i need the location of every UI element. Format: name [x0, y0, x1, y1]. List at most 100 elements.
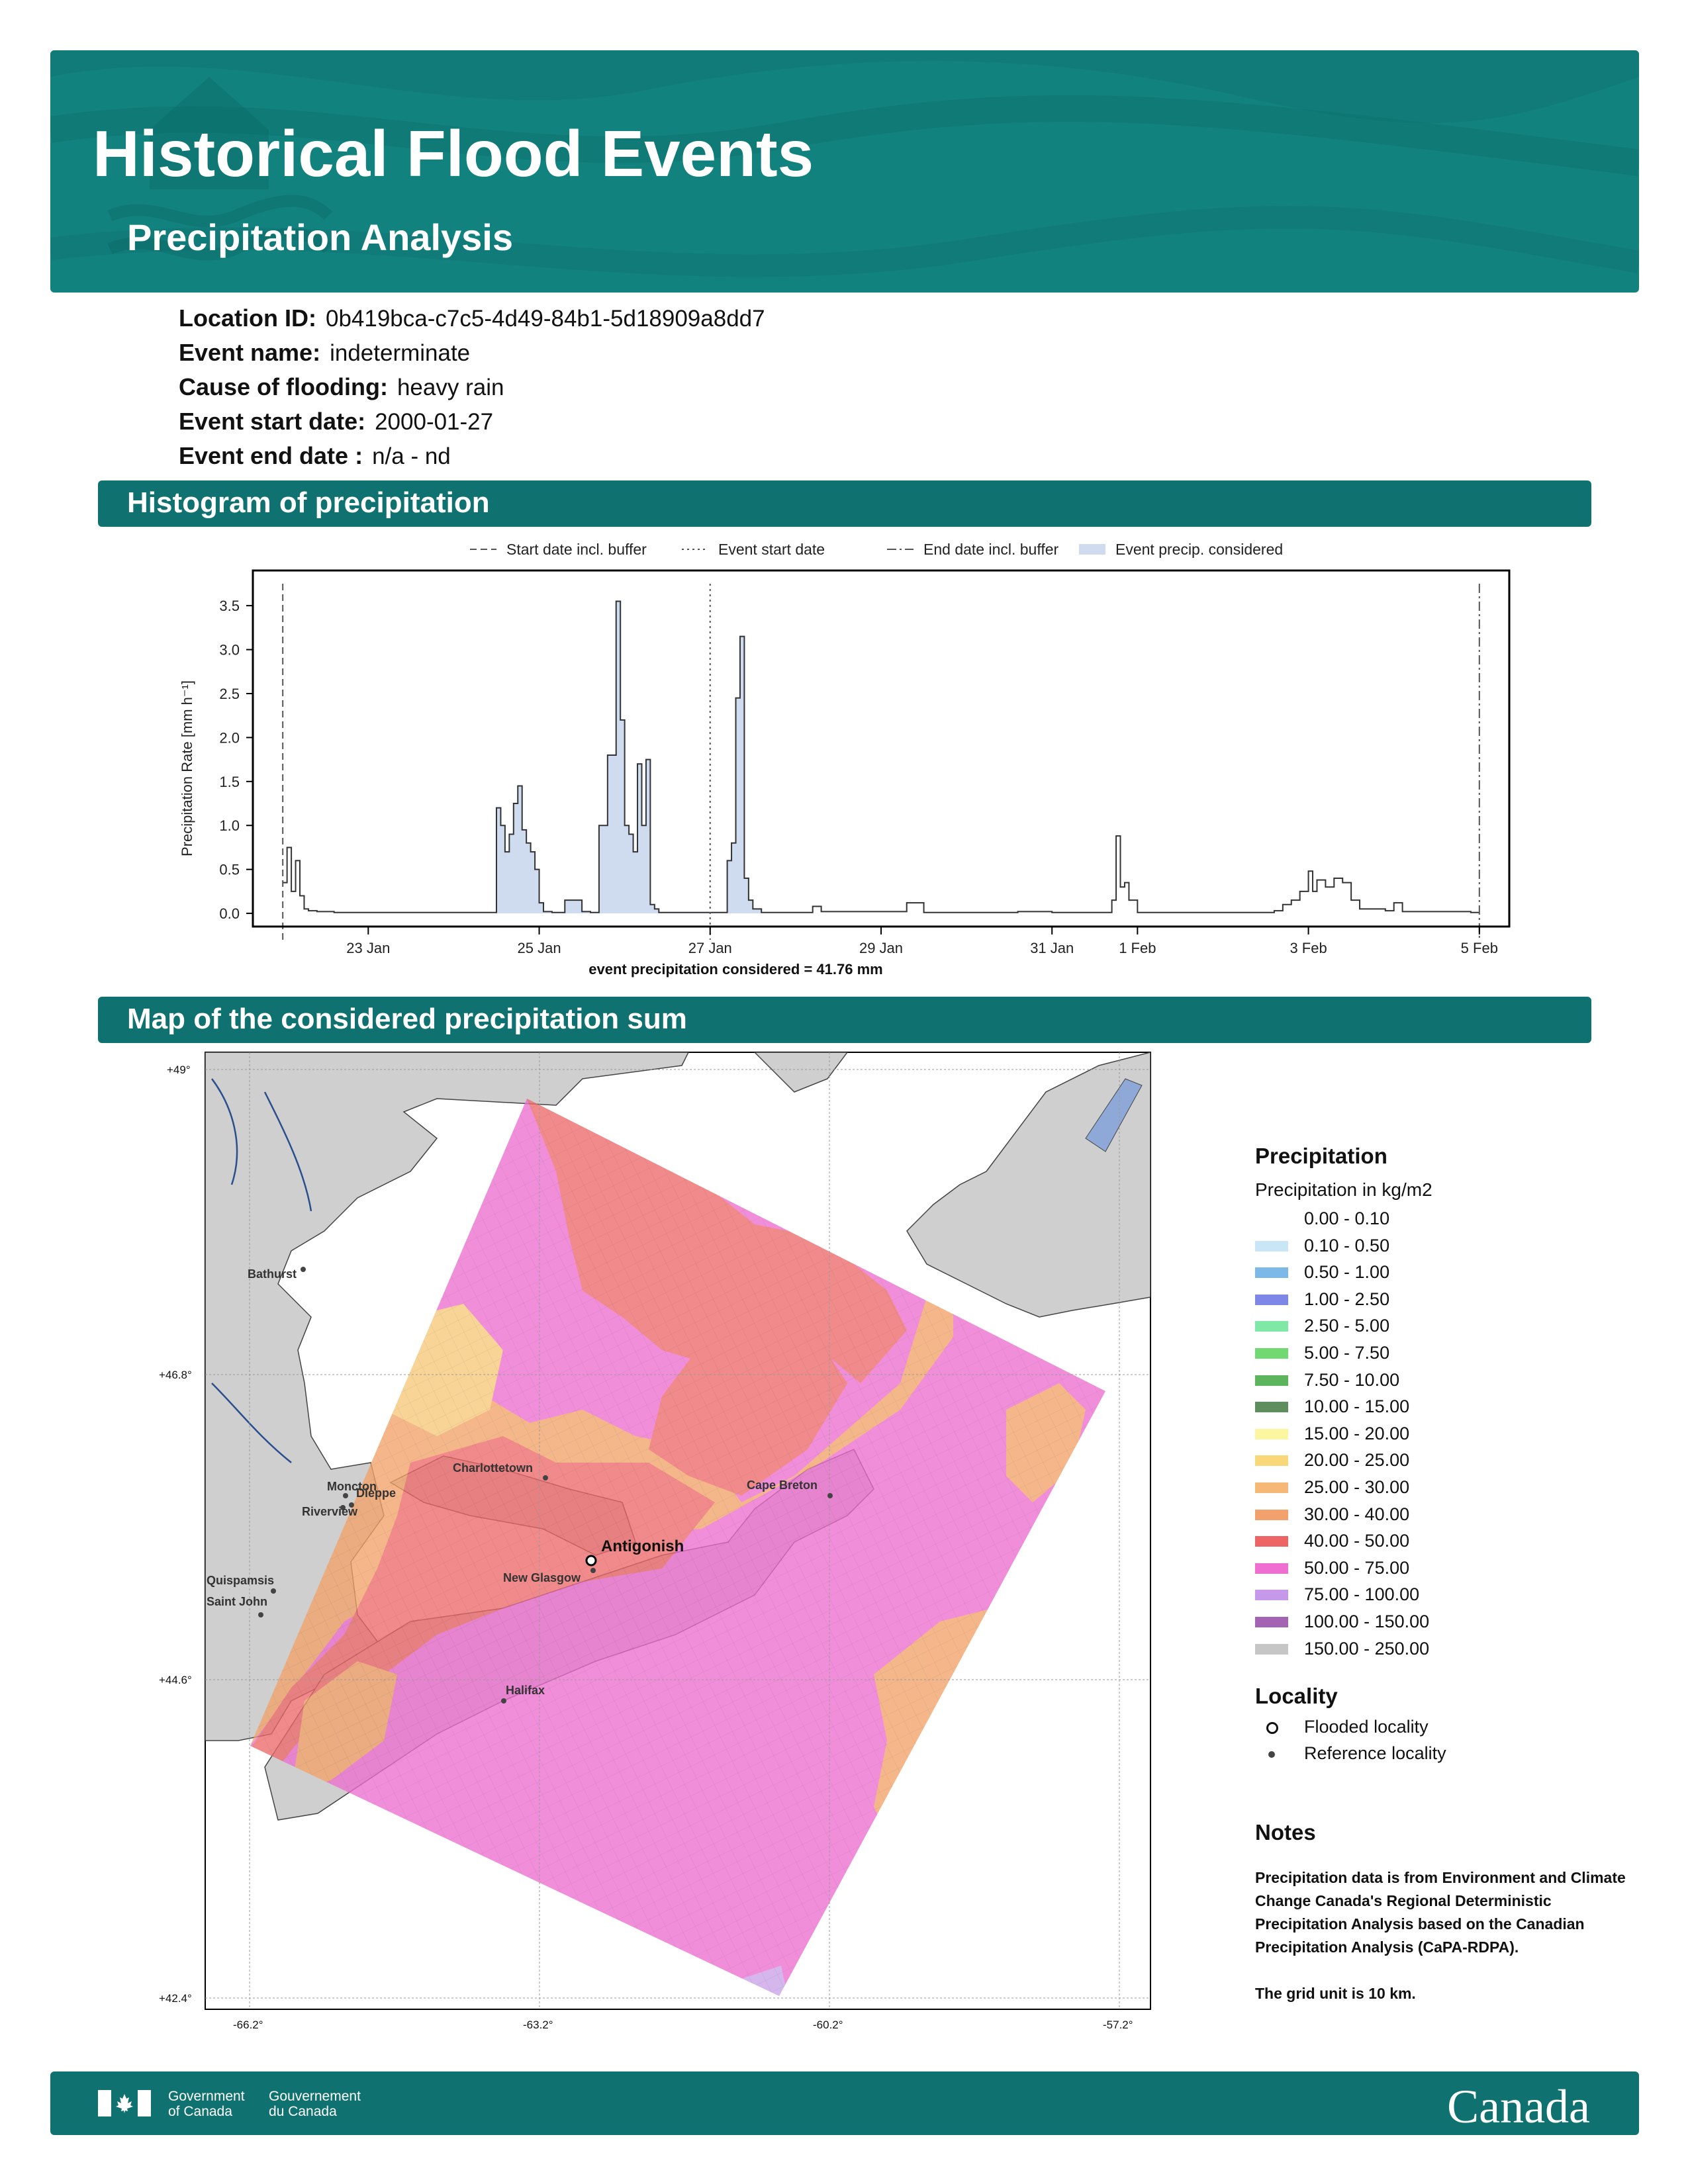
- y-tick-label: 2.0: [219, 729, 240, 746]
- legend-label: 75.00 - 100.00: [1304, 1584, 1420, 1605]
- legend-label: 0.10 - 0.50: [1304, 1235, 1390, 1255]
- lat-label: +49°: [167, 1064, 191, 1076]
- legend-label: 25.00 - 30.00: [1304, 1477, 1410, 1497]
- x-tick-label: 29 Jan: [859, 940, 903, 956]
- y-tick-label: 0.0: [219, 905, 240, 922]
- legend-swatch: [1255, 1536, 1288, 1547]
- dot-icon: [1268, 1751, 1275, 1758]
- legend-label: 40.00 - 50.00: [1304, 1531, 1410, 1551]
- reference-locality-dot: [271, 1588, 276, 1594]
- meta-label: Location ID:: [179, 304, 316, 332]
- legend-swatch: [1255, 1294, 1288, 1305]
- x-tick-label: 27 Jan: [688, 940, 732, 956]
- section-map-header: Map of the considered precipitation sum: [98, 997, 1591, 1043]
- x-tick-label: 23 Jan: [346, 940, 390, 956]
- open-circle-icon: [1266, 1722, 1278, 1734]
- meta-cause: Cause of flooding: heavy rain: [179, 373, 504, 401]
- legend-fill-swatch: [1079, 544, 1105, 555]
- page-subtitle: Precipitation Analysis: [127, 216, 513, 258]
- legend-swatch: [1255, 1321, 1288, 1332]
- place-label: Riverview: [302, 1505, 358, 1518]
- meta-event-name: Event name: indeterminate: [179, 339, 470, 367]
- reference-locality-dot: [301, 1267, 306, 1272]
- place-label: Saint John: [207, 1595, 267, 1608]
- lon-label: -66.2°: [233, 2019, 263, 2031]
- x-tick-label: 25 Jan: [518, 940, 561, 956]
- meta-end-date: Event end date : n/a - nd: [179, 442, 451, 470]
- legend-label: 50.00 - 75.00: [1304, 1557, 1410, 1578]
- legend-swatch: [1255, 1455, 1288, 1467]
- meta-label: Cause of flooding:: [179, 373, 388, 400]
- y-tick-label: 2.5: [219, 686, 240, 702]
- legend-swatch: [1255, 1402, 1288, 1413]
- legend-swatch: [1255, 1214, 1288, 1224]
- locality-title: Locality: [1255, 1684, 1338, 1708]
- notes-grid-unit: The grid unit is 10 km.: [1255, 1985, 1416, 2002]
- legend-label: 1.00 - 2.50: [1304, 1289, 1390, 1309]
- legend-label: 100.00 - 150.00: [1304, 1612, 1430, 1631]
- flooded-locality-marker: [585, 1555, 597, 1567]
- legend-label: 15.00 - 20.00: [1304, 1423, 1410, 1443]
- meta-label: Event end date :: [179, 442, 363, 469]
- legend-swatch: [1255, 1348, 1288, 1359]
- legend-label: 0.50 - 1.00: [1304, 1262, 1390, 1283]
- lon-label: -57.2°: [1103, 2019, 1133, 2031]
- x-tick-label: 1 Feb: [1119, 940, 1156, 956]
- section-title: Histogram of precipitation: [127, 486, 490, 519]
- y-axis-label: Precipitation Rate [mm h⁻¹]: [179, 680, 195, 856]
- reference-locality-dot: [543, 1475, 548, 1480]
- notes-body: Precipitation data is from Environment a…: [1255, 1866, 1626, 2005]
- x-tick-label: 31 Jan: [1030, 940, 1074, 956]
- precipitation-map: +49° +46.8° +44.6° +42.4° -66.2° -63.2° …: [159, 1039, 1165, 2065]
- place-label: Cape Breton: [747, 1479, 818, 1492]
- notes-title: Notes: [1255, 1820, 1316, 1844]
- legend-label: 5.00 - 7.50: [1304, 1343, 1390, 1363]
- y-tick-label: 3.0: [219, 642, 240, 659]
- legend-swatch: [1255, 1590, 1288, 1601]
- meta-value: 2000-01-27: [375, 409, 494, 435]
- gov-fr: Gouvernement du Canada: [269, 2089, 361, 2119]
- canada-flag-icon: [98, 2090, 151, 2116]
- page-header: Historical Flood Events Precipitation An…: [50, 50, 1639, 293]
- legend-label: Event start date: [718, 541, 825, 558]
- legend-label: 30.00 - 40.00: [1304, 1504, 1410, 1524]
- x-tick-label: 3 Feb: [1289, 940, 1327, 956]
- page-footer: Government of Canada Gouvernement du Canad…: [50, 2071, 1639, 2135]
- place-label: Bathurst: [248, 1267, 297, 1281]
- page-title: Historical Flood Events: [93, 117, 814, 190]
- legend-label: 10.00 - 15.00: [1304, 1396, 1410, 1417]
- legend-label: 150.00 - 250.00: [1304, 1638, 1430, 1659]
- canada-wordmark: Canada: [1447, 2080, 1590, 2133]
- lat-label: +42.4°: [159, 1992, 192, 2005]
- gov-en: Government of Canada: [168, 2089, 245, 2119]
- meta-location-id: Location ID: 0b419bca-c7c5-4d49-84b1-5d18…: [179, 304, 765, 332]
- legend-label: 20.00 - 25.00: [1304, 1450, 1410, 1471]
- y-tick-label: 1.5: [219, 774, 240, 790]
- meta-label: Event start date:: [179, 408, 366, 435]
- plot-frame: [252, 569, 1511, 928]
- reference-locality-dot: [343, 1493, 348, 1498]
- x-axis-label: event precipitation considered = 41.76 m…: [588, 961, 882, 978]
- reference-locality-dot: [827, 1493, 833, 1498]
- place-label: Dieppe: [356, 1486, 396, 1500]
- legend-swatch: [1255, 1643, 1288, 1655]
- place-label: Halifax: [506, 1684, 545, 1697]
- legend-label: End date incl. buffer: [923, 541, 1058, 558]
- y-tick-label: 3.5: [219, 598, 240, 614]
- legend-subtitle: Precipitation in kg/m2: [1255, 1179, 1432, 1200]
- map-svg: +49° +46.8° +44.6° +42.4° -66.2° -63.2° …: [159, 1052, 1151, 2031]
- section-title: Map of the considered precipitation sum: [127, 1003, 687, 1035]
- y-tick-label: 0.5: [219, 862, 240, 878]
- precip-series-line: [283, 600, 1479, 913]
- legend-swatch: [1255, 1563, 1288, 1574]
- legend-swatch: [1255, 1509, 1288, 1520]
- meta-start-date: Event start date: 2000-01-27: [179, 408, 493, 435]
- lat-label: +44.6°: [159, 1674, 192, 1686]
- place-label: Charlottetown: [453, 1461, 533, 1475]
- legend-swatch: [1255, 1482, 1288, 1493]
- legend-label: Event precip. considered: [1115, 541, 1283, 558]
- section-histogram-header: Histogram of precipitation: [98, 480, 1591, 527]
- legend-swatch: [1255, 1240, 1288, 1251]
- legend-label: Start date incl. buffer: [506, 541, 647, 558]
- lon-label: -60.2°: [813, 2019, 843, 2031]
